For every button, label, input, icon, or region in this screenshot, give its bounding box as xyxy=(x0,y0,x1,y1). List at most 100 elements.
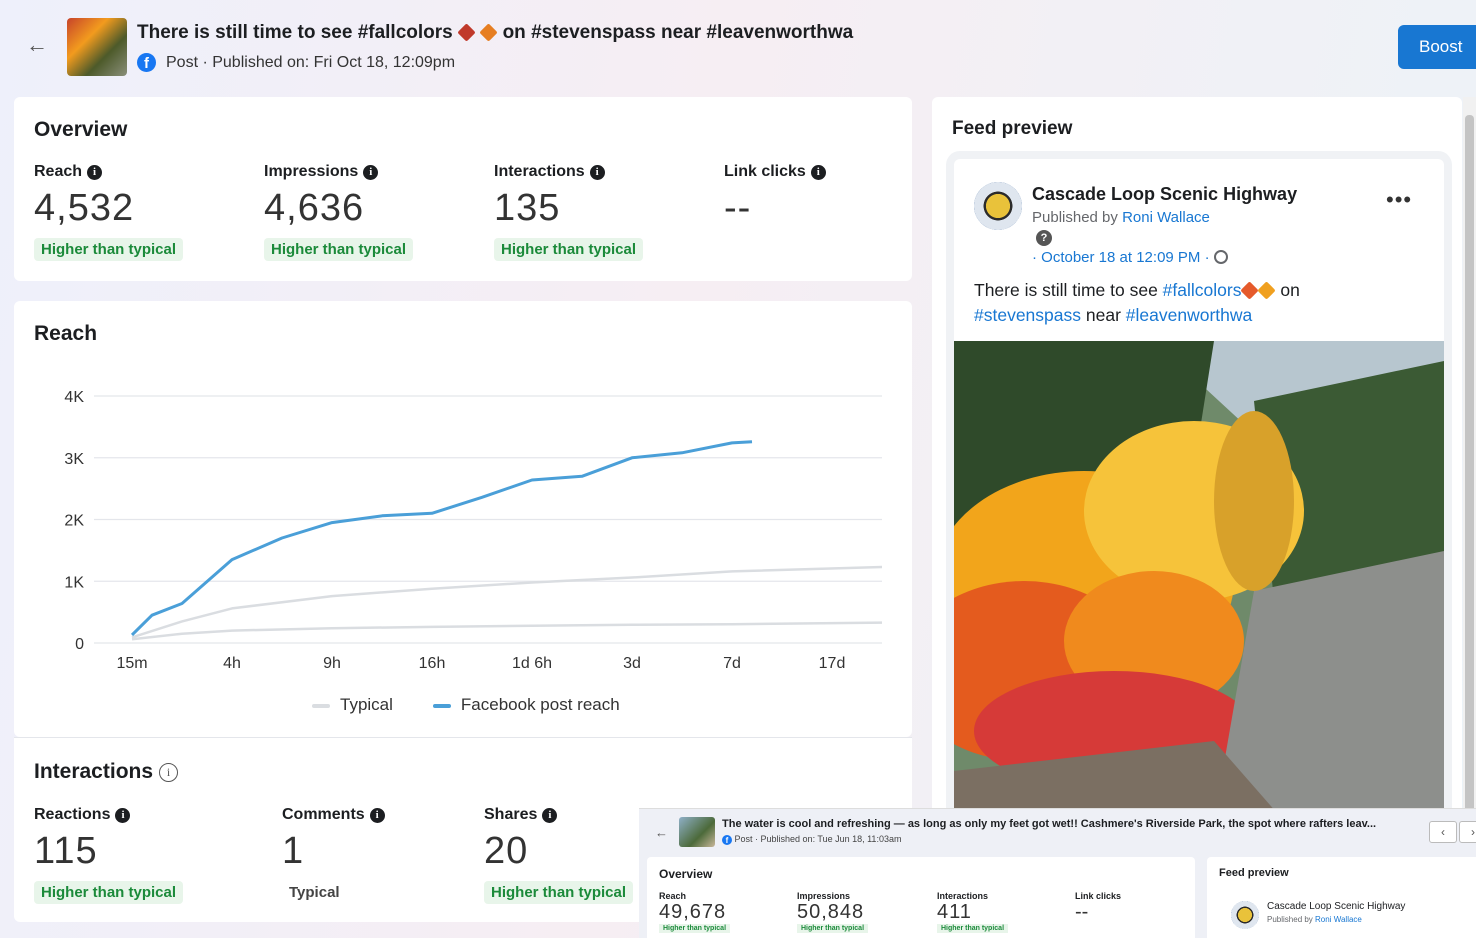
metric-value: -- xyxy=(724,187,752,229)
info-icon[interactable]: i xyxy=(369,807,385,823)
inset-post-thumbnail xyxy=(679,817,715,847)
metric-reach: Reach i 4,532 Higher than typical xyxy=(34,163,184,261)
y-tick-label: 0 xyxy=(75,636,84,653)
post-reach-series-line[interactable] xyxy=(130,440,753,637)
inset-prev-button[interactable]: ‹ xyxy=(1429,821,1457,843)
published-by: Published by Roni Wallace xyxy=(1032,209,1210,226)
post-subtitle: f Post · Published on: Fri Oct 18, 12:09… xyxy=(137,53,455,72)
post-text-part: There is still time to see xyxy=(974,280,1163,300)
page-avatar[interactable] xyxy=(974,182,1022,230)
more-options-icon[interactable]: ••• xyxy=(1386,187,1412,213)
hashtag-link[interactable]: #stevenspass xyxy=(974,305,1081,325)
status-badge: Higher than typical xyxy=(34,881,184,904)
y-tick-label: 4K xyxy=(64,389,84,406)
post-text-part: near xyxy=(1081,305,1126,325)
post-thumbnail xyxy=(67,18,127,76)
x-tick-label: 4h xyxy=(223,655,241,672)
feed-preview-title: Feed preview xyxy=(952,118,1073,139)
inset-metric-label: Impressions xyxy=(797,891,851,901)
inset-published-by: Published by Roni Wallace xyxy=(1267,915,1362,924)
interactions-title: Interactions xyxy=(34,760,154,783)
info-icon[interactable]: i xyxy=(542,807,558,823)
inset-screenshot: ← The water is cool and refreshing — as … xyxy=(639,808,1476,938)
inset-metric-value: 49,678 xyxy=(659,901,727,923)
inset-metric-impressions: Impressions 50,848 Higher than typical xyxy=(797,891,869,933)
inset-author-link[interactable]: Roni Wallace xyxy=(1315,915,1362,924)
inset-next-button[interactable]: › xyxy=(1459,821,1476,843)
inset-post-subtitle: f Post · Published on: Tue Jun 18, 11:03… xyxy=(722,834,901,845)
maple-leaf-icon xyxy=(457,23,476,42)
typical-series-line[interactable] xyxy=(131,621,883,641)
status-badge: Higher than typical xyxy=(34,238,184,261)
inset-metric-label: Link clicks xyxy=(1075,891,1122,901)
reach-card: Reach 0 1K 2K 3K 4K 15m 4h 9h 16h 1d 6h 3d 7d 17d Ty… xyxy=(14,301,912,737)
boost-button[interactable]: Boost xyxy=(1398,25,1476,69)
overview-card: Overview Reach i 4,532 Higher than typica… xyxy=(14,97,912,281)
legend-label: Facebook post reach xyxy=(460,695,620,714)
info-icon[interactable]: i xyxy=(363,164,379,180)
metric-shares: Shares i 20 Higher than typical xyxy=(484,806,634,904)
status-badge: Higher than typical xyxy=(484,881,634,904)
legend-label: Typical xyxy=(340,695,393,714)
inset-metric-label: Reach xyxy=(659,891,687,901)
page-name[interactable]: Cascade Loop Scenic Highway xyxy=(1032,184,1297,205)
metric-label: Comments xyxy=(282,806,365,823)
x-tick-label: 1d 6h xyxy=(512,655,552,672)
inset-metric-value: 50,848 xyxy=(797,901,865,923)
maple-leaf-icon xyxy=(1240,281,1260,300)
status-badge: Typical xyxy=(289,884,340,901)
legend-swatch xyxy=(312,703,330,708)
status-badge: Higher than typical xyxy=(494,238,644,261)
scrollbar[interactable] xyxy=(1463,97,1476,817)
inset-metric-link-clicks: Link clicks -- xyxy=(1075,891,1121,924)
post-preview: Cascade Loop Scenic Highway Published by… xyxy=(954,159,1444,819)
info-icon[interactable]: i xyxy=(87,164,103,180)
inset-overview-card: Overview Reach 49,678 Higher than typical … xyxy=(647,857,1195,938)
metric-label: Link clicks xyxy=(724,163,806,180)
post-text: There is still time to see #fallcolors o… xyxy=(974,278,1414,328)
metric-value: 1 xyxy=(282,830,305,872)
inset-metric-value: -- xyxy=(1075,901,1089,923)
hashtag-link[interactable]: #leavenworthwa xyxy=(1126,305,1252,325)
post-text-part: on xyxy=(1275,280,1300,300)
inset-published-by-label: Published by xyxy=(1267,915,1316,924)
info-icon[interactable]: i xyxy=(115,807,131,823)
question-icon[interactable]: ? xyxy=(1036,230,1052,246)
inset-page-avatar[interactable] xyxy=(1231,901,1259,929)
x-tick-label: 17d xyxy=(819,655,846,672)
x-tick-label: 7d xyxy=(723,655,741,672)
y-tick-label: 1K xyxy=(64,574,84,591)
metric-value: 135 xyxy=(494,187,561,229)
info-icon[interactable]: i xyxy=(589,164,605,180)
inset-feed-title: Feed preview xyxy=(1219,867,1289,879)
chart-legend: Typical Facebook post reach xyxy=(312,695,620,715)
metric-value: 4,532 xyxy=(34,187,135,229)
inset-page-name[interactable]: Cascade Loop Scenic Highway xyxy=(1267,901,1405,912)
scrollbar-thumb[interactable] xyxy=(1465,115,1474,815)
inset-status-badge: Higher than typical xyxy=(937,924,1009,933)
inset-published-text: Post · Published on: Tue Jun 18, 11:03am xyxy=(734,834,902,844)
metric-label: Reactions xyxy=(34,806,111,823)
inset-metric-interactions: Interactions 411 Higher than typical xyxy=(937,891,1009,933)
post-header: ← There is still time to see #fallcolors… xyxy=(0,0,1476,92)
metric-impressions: Impressions i 4,636 Higher than typical xyxy=(264,163,414,261)
info-outline-icon[interactable]: i xyxy=(159,762,179,782)
status-badge: Higher than typical xyxy=(264,238,414,261)
y-tick-label: 3K xyxy=(64,451,84,468)
inset-metric-reach: Reach 49,678 Higher than typical xyxy=(659,891,731,933)
inset-back-arrow-icon[interactable]: ← xyxy=(655,825,668,840)
hashtag-link[interactable]: #fallcolors xyxy=(1163,280,1242,300)
legend-item-post-reach[interactable]: Facebook post reach xyxy=(432,695,620,715)
back-arrow-icon[interactable]: ← xyxy=(26,32,48,58)
inset-metric-label: Interactions xyxy=(937,891,989,901)
post-photo[interactable] xyxy=(954,341,1444,819)
info-icon[interactable]: i xyxy=(810,164,826,180)
author-link[interactable]: Roni Wallace xyxy=(1122,209,1210,226)
post-date-text: · October 18 at 12:09 PM · xyxy=(1032,249,1210,266)
post-date[interactable]: · October 18 at 12:09 PM · xyxy=(1032,249,1228,266)
metric-label: Shares xyxy=(484,806,538,823)
overview-title: Overview xyxy=(34,118,128,141)
legend-swatch xyxy=(432,703,451,708)
legend-item-typical[interactable]: Typical xyxy=(312,695,393,715)
fallen-leaf-icon xyxy=(1257,281,1277,300)
